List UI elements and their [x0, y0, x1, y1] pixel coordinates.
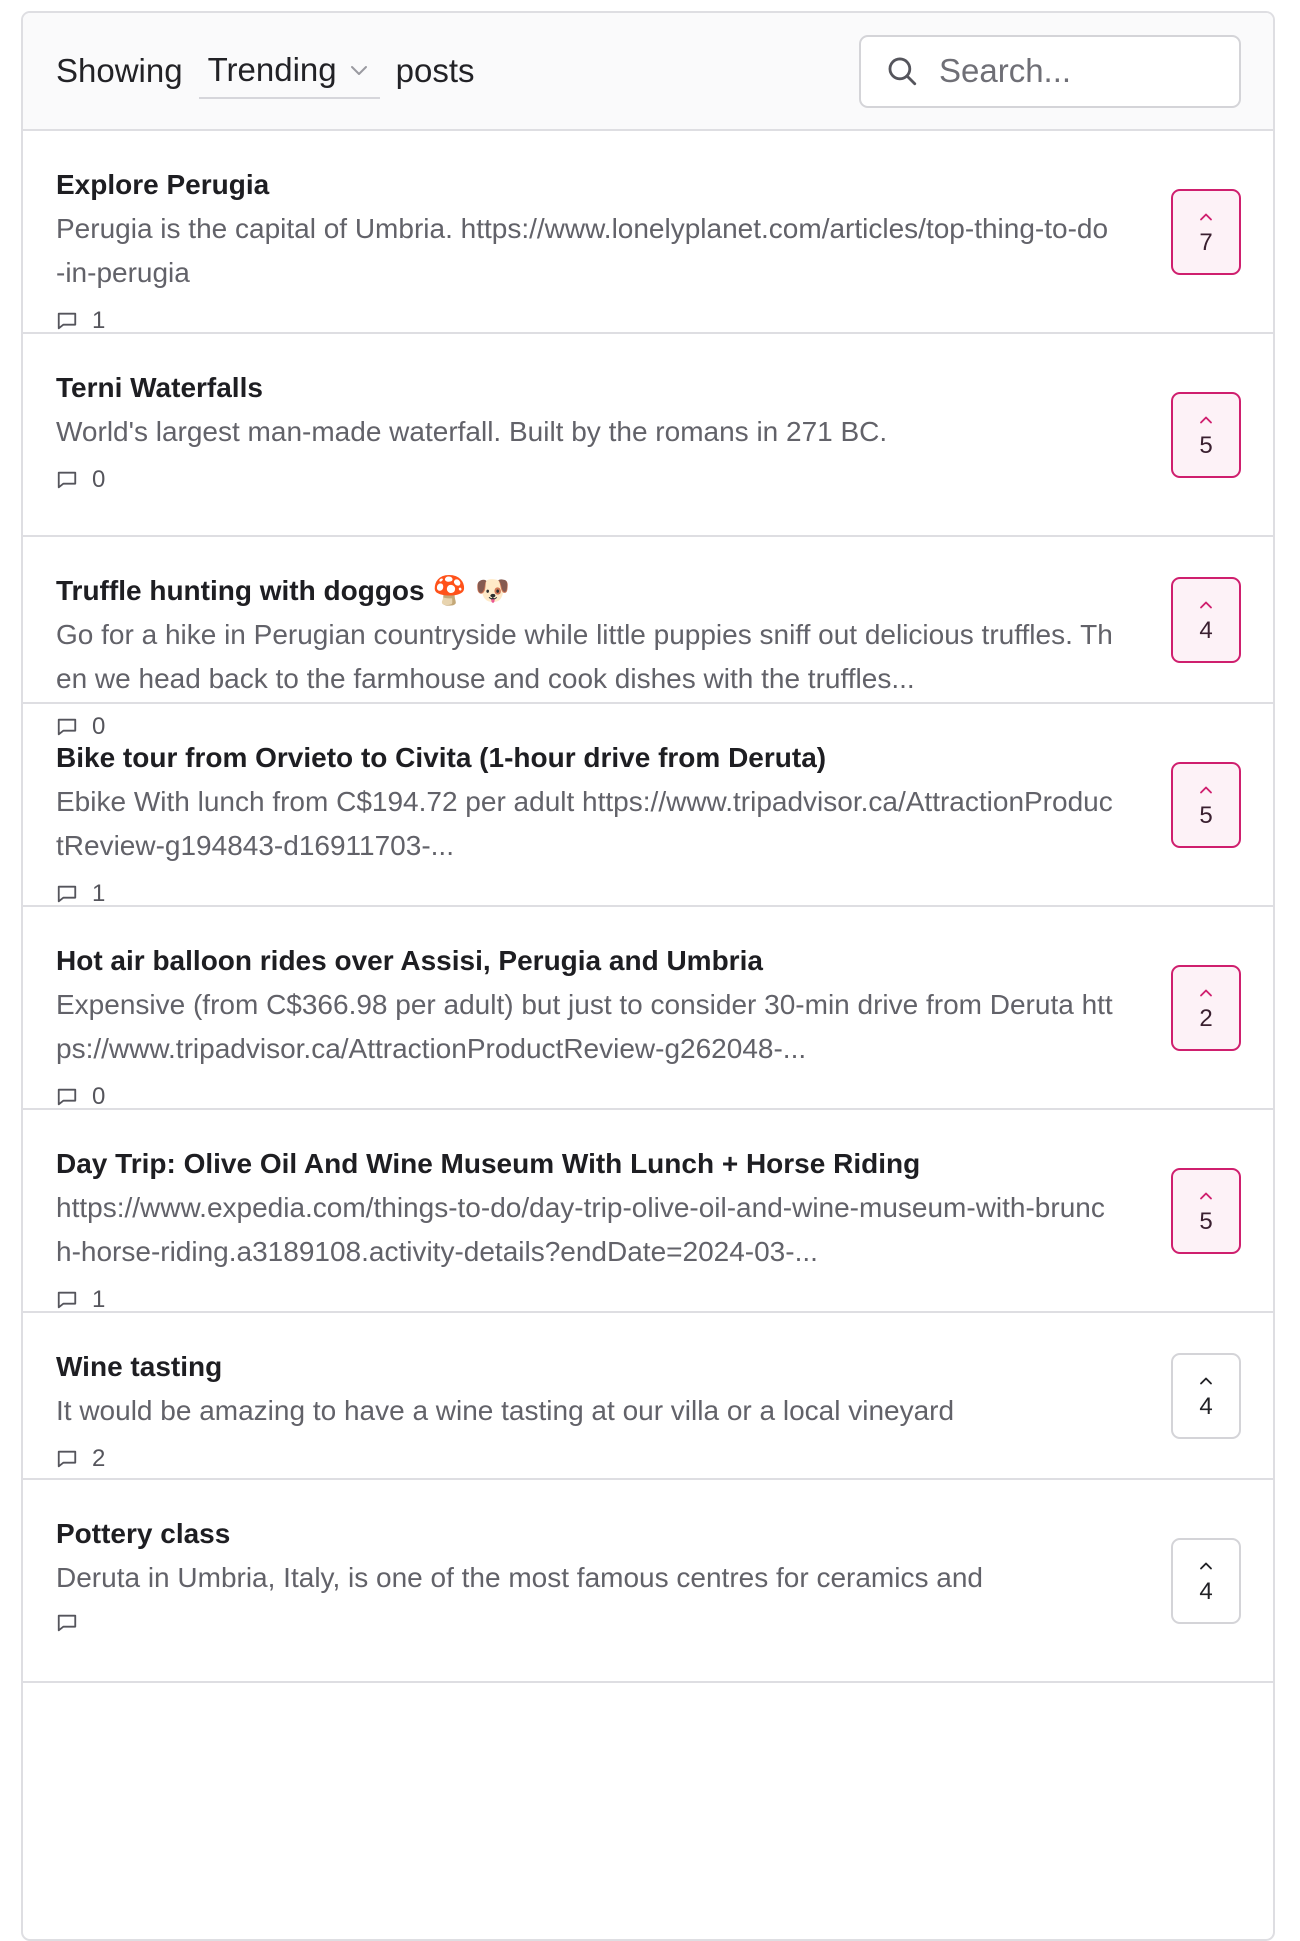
- comment-icon: [57, 312, 77, 330]
- vote-count: 4: [1199, 616, 1213, 644]
- post-title[interactable]: Terni Waterfalls: [56, 368, 1113, 408]
- post-list: Explore Perugia Perugia is the capital o…: [23, 131, 1273, 1683]
- post-body: Expensive (from C$366.98 per adult) but …: [56, 989, 1113, 1064]
- upvote-button[interactable]: 5: [1171, 391, 1241, 478]
- showing-label: Showing: [56, 52, 183, 89]
- sort-select-value: Trending: [207, 51, 337, 88]
- chevron-up-icon: [1200, 416, 1212, 423]
- search-icon: [888, 57, 917, 86]
- comment-count-value: 0: [92, 466, 106, 493]
- chevron-up-icon: [1200, 1562, 1212, 1569]
- vote-count: 5: [1199, 431, 1213, 459]
- comment-count-value: 2: [92, 1445, 106, 1472]
- search-input[interactable]: [939, 52, 1209, 90]
- comment-count[interactable]: 1: [56, 880, 1113, 908]
- post-body: Deruta in Umbria, Italy, is one of the m…: [56, 1562, 983, 1593]
- post-body: Perugia is the capital of Umbria. https:…: [56, 213, 1109, 288]
- post-item[interactable]: Explore Perugia Perugia is the capital o…: [23, 131, 1273, 334]
- comment-count-value: 1: [92, 880, 106, 907]
- comment-count-value: 1: [92, 307, 106, 334]
- vote-count: 4: [1199, 1577, 1213, 1605]
- upvote-button[interactable]: 2: [1171, 964, 1241, 1051]
- post-title[interactable]: Truffle hunting with doggos 🍄 🐶: [56, 571, 1113, 611]
- chevron-up-icon: [1200, 213, 1212, 220]
- vote-count: 4: [1199, 1392, 1213, 1420]
- post-body: World's largest man-made waterfall. Buil…: [56, 416, 888, 447]
- vote-count: 2: [1199, 1004, 1213, 1032]
- upvote-button[interactable]: 5: [1171, 761, 1241, 848]
- comment-count-value: 0: [92, 1083, 106, 1110]
- comment-count[interactable]: 0: [56, 1083, 1113, 1111]
- chevron-down-icon: [350, 66, 367, 75]
- post-item[interactable]: Pottery class Deruta in Umbria, Italy, i…: [23, 1480, 1273, 1683]
- post-item[interactable]: Wine tasting It would be amazing to have…: [23, 1313, 1273, 1480]
- comment-count[interactable]: 0: [56, 466, 1113, 494]
- chevron-up-icon: [1200, 1377, 1212, 1384]
- post-title[interactable]: Bike tour from Orvieto to Civita (1-hour…: [56, 738, 1113, 778]
- comment-count[interactable]: 1: [56, 307, 1113, 335]
- comment-icon: [57, 1088, 77, 1106]
- posts-toolbar: Showing Trending posts: [23, 13, 1273, 131]
- post-item[interactable]: Terni Waterfalls World's largest man-mad…: [23, 334, 1273, 537]
- upvote-button[interactable]: 5: [1171, 1167, 1241, 1254]
- chevron-up-icon: [1200, 786, 1212, 793]
- posts-panel: Showing Trending posts Explore Perugia P…: [21, 11, 1275, 1941]
- post-body: Ebike With lunch from C$194.72 per adult…: [56, 786, 1113, 861]
- post-item[interactable]: Truffle hunting with doggos 🍄 🐶 Go for a…: [23, 537, 1273, 740]
- comment-icon: [57, 1291, 77, 1309]
- chevron-up-icon: [1200, 989, 1212, 996]
- comment-icon: [57, 885, 77, 903]
- vote-count: 7: [1199, 228, 1213, 256]
- upvote-button[interactable]: 4: [1171, 1537, 1241, 1624]
- vote-count: 5: [1199, 801, 1213, 829]
- comment-icon: [57, 1614, 77, 1632]
- chevron-up-icon: [1200, 601, 1212, 608]
- comment-icon: [57, 471, 77, 489]
- upvote-button[interactable]: 4: [1171, 576, 1241, 663]
- posts-label: posts: [395, 52, 475, 89]
- sort-select[interactable]: Trending: [198, 51, 380, 99]
- upvote-button[interactable]: 7: [1171, 188, 1241, 275]
- post-item[interactable]: Day Trip: Olive Oil And Wine Museum With…: [23, 1110, 1273, 1313]
- post-body: It would be amazing to have a wine tasti…: [56, 1395, 955, 1426]
- vote-count: 5: [1199, 1207, 1213, 1235]
- post-title[interactable]: Explore Perugia: [56, 165, 1113, 205]
- post-title[interactable]: Pottery class: [56, 1514, 1113, 1554]
- chevron-up-icon: [1200, 1192, 1212, 1199]
- post-item[interactable]: Bike tour from Orvieto to Civita (1-hour…: [23, 704, 1273, 907]
- post-body: Go for a hike in Perugian countryside wh…: [56, 619, 1113, 694]
- upvote-button[interactable]: 4: [1171, 1352, 1241, 1439]
- comment-count[interactable]: 2: [56, 1445, 1113, 1473]
- post-body: https://www.expedia.com/things-to-do/day…: [56, 1192, 1105, 1267]
- post-title[interactable]: Day Trip: Olive Oil And Wine Museum With…: [56, 1144, 1113, 1184]
- post-title[interactable]: Hot air balloon rides over Assisi, Perug…: [56, 941, 1113, 981]
- sort-filter: Showing Trending posts: [56, 47, 475, 99]
- comment-icon: [57, 1450, 77, 1468]
- search-box[interactable]: [859, 34, 1241, 108]
- comment-count[interactable]: 1: [56, 1286, 1113, 1314]
- post-item[interactable]: Hot air balloon rides over Assisi, Perug…: [23, 907, 1273, 1110]
- comment-count-value: 1: [92, 1286, 106, 1313]
- comment-count[interactable]: [56, 1612, 1113, 1634]
- post-title[interactable]: Wine tasting: [56, 1347, 1113, 1387]
